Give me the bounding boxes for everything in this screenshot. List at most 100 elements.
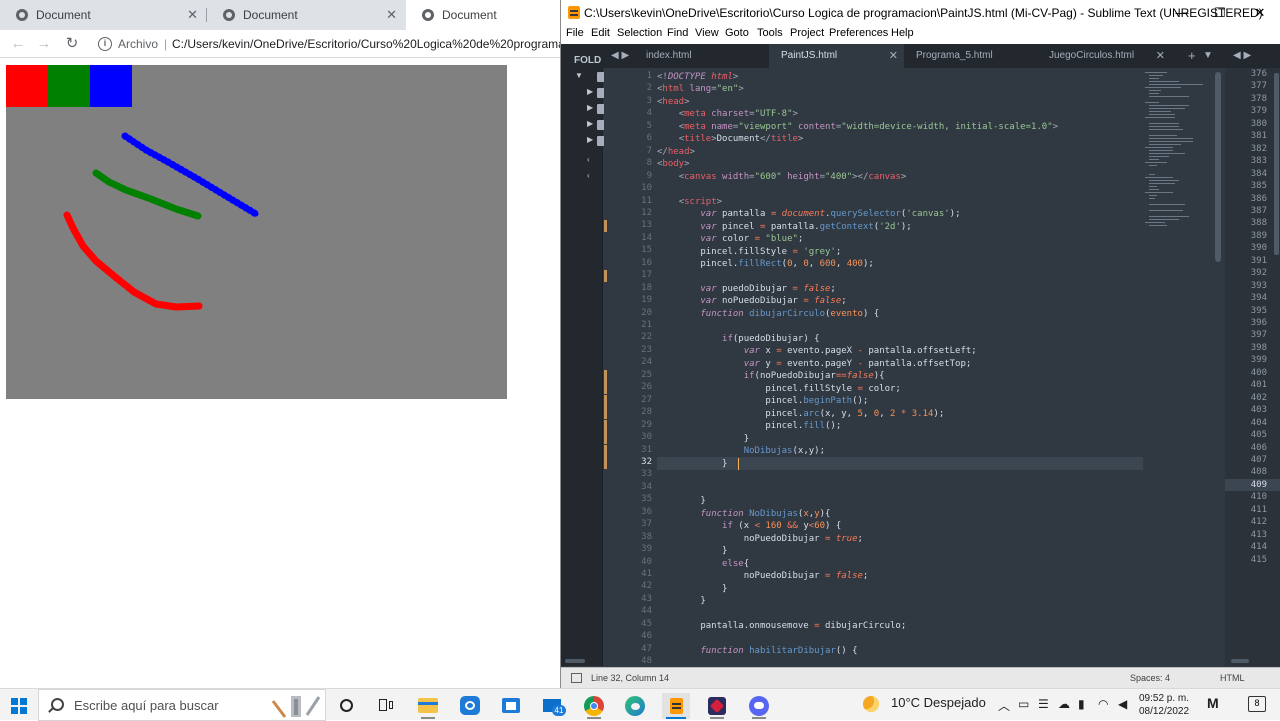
minimap-line bbox=[1149, 96, 1189, 97]
battery-icon[interactable]: ▮ bbox=[1078, 697, 1085, 711]
minimize-icon[interactable]: — bbox=[1163, 0, 1201, 26]
skype-icon[interactable] bbox=[456, 693, 484, 719]
minimap[interactable] bbox=[1143, 68, 1215, 666]
close-icon[interactable]: ✕ bbox=[187, 8, 198, 22]
edge-icon[interactable] bbox=[621, 693, 649, 719]
minimap-line bbox=[1149, 180, 1179, 181]
line-number: 14 bbox=[641, 232, 652, 243]
browser-tab-title: Document bbox=[442, 8, 497, 22]
speaker-icon[interactable]: ◀ bbox=[1118, 697, 1127, 711]
menu-project[interactable]: Project bbox=[790, 27, 824, 39]
horizontal-scrollbar[interactable] bbox=[1231, 659, 1249, 663]
tab-list-icon[interactable]: ▼ bbox=[1203, 44, 1213, 68]
code-editor[interactable]: <!DOCTYPE html> <html lang="en"> <head> … bbox=[657, 68, 1143, 666]
indentation-setting[interactable]: Spaces: 4 bbox=[1130, 673, 1170, 683]
folder-item[interactable]: ▶ bbox=[573, 118, 611, 132]
vertical-scrollbar[interactable] bbox=[1215, 72, 1221, 262]
chrome-icon[interactable] bbox=[580, 693, 608, 719]
browser-tab-active[interactable]: Document bbox=[406, 0, 560, 30]
menu-tools[interactable]: Tools bbox=[757, 27, 783, 39]
title-bar: C:\Users\kevin\OneDrive\Escritorio\Curso… bbox=[561, 0, 1280, 26]
modified-line-marker bbox=[604, 220, 607, 233]
store-icon[interactable] bbox=[497, 693, 525, 719]
reload-icon[interactable]: ↻ bbox=[62, 34, 82, 54]
settings-icon[interactable]: ☰ bbox=[1038, 697, 1049, 711]
minimap-line bbox=[1145, 102, 1159, 103]
wifi-icon[interactable]: ◠ bbox=[1098, 697, 1108, 711]
modified-line-marker bbox=[604, 382, 607, 395]
close-icon[interactable]: ✕ bbox=[1156, 44, 1165, 68]
code-line: if (x < 160 && y<60) { bbox=[722, 521, 842, 531]
cortana-icon[interactable] bbox=[333, 693, 361, 719]
tab-scroll-icon[interactable]: ◀ ▶ bbox=[1233, 44, 1251, 68]
code-line: } bbox=[657, 584, 728, 594]
sublime-taskbar-icon[interactable] bbox=[662, 693, 690, 719]
info-icon[interactable]: i bbox=[98, 37, 112, 51]
menu-edit[interactable]: Edit bbox=[591, 27, 610, 39]
tab-paintjs-html[interactable]: PaintJS.html ✕ bbox=[769, 44, 904, 68]
tab-index-html[interactable]: index.html bbox=[634, 44, 768, 68]
line-number: 399 bbox=[1250, 355, 1267, 366]
chevron-up-icon[interactable]: ︿ bbox=[998, 697, 1010, 714]
file-angle-icon: ‹ bbox=[587, 171, 590, 180]
code-line: <canvas width="600" height="400"></canva… bbox=[678, 172, 907, 182]
line-number: 34 bbox=[641, 481, 652, 492]
back-arrow-icon[interactable]: ← bbox=[8, 34, 28, 54]
windows-start-icon[interactable] bbox=[11, 698, 27, 714]
syntax-setting[interactable]: HTML bbox=[1220, 673, 1245, 683]
code-line: function NoDibujas(x,y){ bbox=[700, 509, 831, 519]
minimap-line bbox=[1149, 183, 1175, 184]
menu-help[interactable]: Help bbox=[891, 27, 914, 39]
close-icon[interactable]: ✕ bbox=[889, 44, 898, 68]
app-tray-icon[interactable]: M bbox=[1207, 695, 1219, 711]
new-tab-icon[interactable]: + bbox=[1188, 44, 1196, 68]
folder-item[interactable]: ▶ bbox=[573, 86, 611, 100]
menu-selection[interactable]: Selection bbox=[617, 27, 662, 39]
horizontal-scrollbar[interactable] bbox=[565, 659, 585, 663]
cloud-icon[interactable]: ☁ bbox=[1058, 697, 1070, 711]
discord-icon[interactable] bbox=[745, 693, 773, 719]
file-item[interactable]: ‹ bbox=[573, 154, 603, 168]
url-input[interactable]: C:/Users/kevin/OneDrive/Escritorio/Curso… bbox=[172, 37, 560, 51]
forward-arrow-icon[interactable]: → bbox=[34, 34, 54, 54]
minimap-line bbox=[1149, 219, 1179, 220]
red-stroke bbox=[63, 211, 203, 311]
vertical-scrollbar[interactable] bbox=[1274, 73, 1279, 255]
file-explorer-icon[interactable] bbox=[414, 693, 442, 719]
browser-tab[interactable]: Document ✕ bbox=[0, 0, 206, 30]
status-bar: Line 32, Column 14 Spaces: 4 HTML bbox=[561, 667, 1280, 688]
chevron-down-icon: ▼ bbox=[575, 71, 583, 80]
tab-juegocirculos-html[interactable]: JuegoCirculos.html ✕ bbox=[1037, 44, 1171, 68]
taskbar-search[interactable]: Escribe aquí para buscar bbox=[38, 689, 326, 721]
mail-icon[interactable]: 41 bbox=[540, 693, 568, 719]
menu-view[interactable]: View bbox=[695, 27, 719, 39]
notifications-icon[interactable]: 8 bbox=[1248, 696, 1266, 712]
browser-tab[interactable]: Document ✕ bbox=[207, 0, 405, 30]
close-icon[interactable]: ✕ bbox=[386, 8, 397, 22]
menu-goto[interactable]: Goto bbox=[725, 27, 749, 39]
tab-programa5-html[interactable]: Programa_5.html bbox=[904, 44, 1036, 68]
panel-toggle-icon[interactable] bbox=[571, 673, 582, 683]
paint-canvas[interactable] bbox=[6, 65, 507, 399]
file-item[interactable]: ‹ bbox=[573, 170, 603, 184]
folder-item[interactable]: ▼ bbox=[573, 70, 611, 84]
tab-scroll-left-icon[interactable]: ◀ ▶ bbox=[611, 44, 629, 68]
folder-item[interactable]: ▶ bbox=[573, 134, 611, 148]
app-icon[interactable] bbox=[703, 693, 731, 719]
minimap-line bbox=[1149, 114, 1175, 115]
line-number: 413 bbox=[1250, 529, 1267, 540]
menu-find[interactable]: Find bbox=[667, 27, 688, 39]
minimap-line bbox=[1145, 222, 1165, 223]
close-icon[interactable]: ✕ bbox=[1241, 0, 1279, 26]
line-number: 403 bbox=[1250, 405, 1267, 416]
clock[interactable]: 09:52 p. m. 08/12/2022 bbox=[1138, 692, 1190, 718]
menu-file[interactable]: File bbox=[566, 27, 584, 39]
menu-preferences[interactable]: Preferences bbox=[829, 27, 888, 39]
window-title: C:\Users\kevin\OneDrive\Escritorio\Curso… bbox=[584, 6, 1263, 20]
minimap-line bbox=[1149, 225, 1167, 226]
network-icon[interactable]: ▭ bbox=[1018, 697, 1029, 711]
task-view-icon[interactable] bbox=[372, 693, 400, 719]
folder-item[interactable]: ▶ bbox=[573, 102, 611, 116]
line-number: 47 bbox=[641, 643, 652, 654]
maximize-icon[interactable]: ☐ bbox=[1201, 0, 1239, 26]
